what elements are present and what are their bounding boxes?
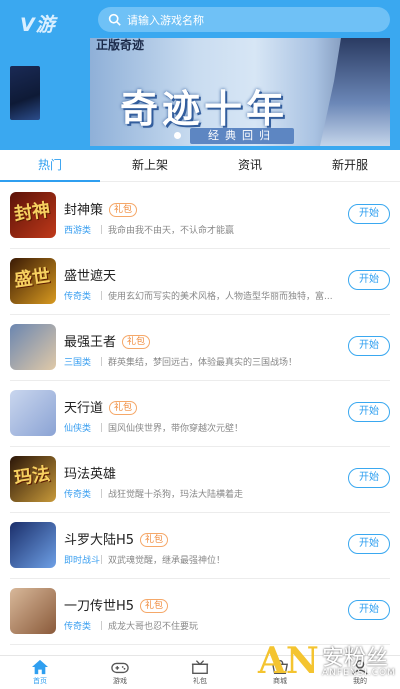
site-watermark: AN 安粉丝 ANFENSI.COM (258, 640, 400, 689)
game-icon[interactable]: 玛法 (10, 456, 56, 502)
start-button[interactable]: 开始 (348, 336, 390, 356)
search-placeholder: 请输入游戏名称 (127, 13, 204, 27)
game-description: 战狂觉醒十杀狗，玛法大陆横着走 (101, 487, 341, 500)
nav-gifts-label: 礼包 (193, 677, 207, 685)
game-title: 盛世遮天 (64, 265, 116, 284)
gift-badge: 礼包 (109, 203, 138, 217)
start-button[interactable]: 开始 (348, 204, 390, 224)
search-icon (108, 13, 121, 26)
game-title: 斗罗大陆H5 礼包 (64, 529, 169, 548)
home-icon (32, 659, 48, 675)
watermark-logo: AN (258, 640, 319, 682)
banner-title: 奇迹十年 (120, 87, 289, 131)
watermark-url: ANFENSI.COM (322, 668, 396, 678)
gamepad-icon (111, 662, 129, 674)
start-button[interactable]: 开始 (348, 534, 390, 554)
game-icon[interactable] (10, 522, 56, 568)
game-row[interactable]: 斗罗大陆H5 礼包即时战斗 双武魂觉醒，继承最强神位！ 开始 (10, 513, 390, 579)
game-name: 玛法英雄 (64, 467, 117, 482)
game-description: 使用玄幻而写实的美术风格，人物造型华丽而独特，富... (101, 289, 341, 302)
game-category: 仙侠类 (64, 424, 92, 434)
game-icon-text: 封神 (12, 199, 52, 226)
game-category: 即时战斗 (64, 556, 101, 566)
game-description: 双武魂觉醒，继承最强神位！ (101, 553, 341, 566)
gift-badge: 礼包 (140, 533, 169, 547)
banner-corner-text: 正版奇迹 (96, 38, 145, 52)
nav-home[interactable]: 首页 (0, 656, 80, 689)
game-name: 一刀传世H5 (64, 599, 135, 614)
nav-home-label: 首页 (33, 677, 47, 685)
tab-new-release[interactable]: 新上架 (100, 150, 200, 181)
game-name: 斗罗大陆H5 (64, 533, 135, 548)
game-name: 盛世遮天 (64, 269, 117, 284)
promo-banner[interactable]: 正版奇迹 奇迹十年 经典回归 (90, 38, 390, 146)
game-row[interactable]: 封神 封神策 礼包西游类 我命由我不由天，不认命才能赢 开始 (10, 183, 390, 249)
gift-badge: 礼包 (140, 599, 169, 613)
start-button[interactable]: 开始 (348, 468, 390, 488)
start-button[interactable]: 开始 (348, 600, 390, 620)
game-category: 传奇类 (64, 292, 92, 302)
game-row[interactable]: 最强王者 礼包三国类 群英集结，梦回远古，体验最真实的三国战场！ 开始 (10, 315, 390, 381)
game-row[interactable]: 盛世 盛世遮天传奇类 使用玄幻而写实的美术风格，人物造型华丽而独特，富... 开始 (10, 249, 390, 315)
nav-gifts[interactable]: 礼包 (160, 656, 240, 689)
game-icon-text: 盛世 (12, 265, 52, 292)
game-category: 三国类 (64, 358, 92, 368)
game-description: 国风仙侠世界，带你穿越次元壁！ (101, 421, 341, 434)
gift-badge: 礼包 (109, 401, 138, 415)
game-list: 封神 封神策 礼包 西游类 我命由我不由天，不认命才能赢 开始 盛世 盛世遮天 传奇类 使用玄幻而… (0, 183, 400, 645)
game-icon[interactable]: 盛世 (10, 258, 56, 304)
game-title: 天行道 礼包 (64, 397, 138, 416)
game-description: 成龙大哥也忍不住要玩 (101, 619, 341, 632)
game-description: 我命由我不由天，不认命才能赢 (101, 223, 341, 236)
game-icon-text: 玛法 (12, 463, 52, 490)
nav-games[interactable]: 游戏 (80, 656, 160, 689)
game-icon[interactable] (10, 324, 56, 370)
game-description: 群英集结，梦回远古，体验最真实的三国战场！ (101, 355, 341, 368)
gift-badge: 礼包 (122, 335, 151, 349)
game-title: 最强王者 礼包 (64, 331, 151, 350)
banner-character-art (320, 38, 390, 146)
game-category: 传奇类 (64, 490, 92, 500)
game-icon[interactable] (10, 390, 56, 436)
tab-new-server[interactable]: 新开服 (300, 150, 400, 181)
game-category: 西游类 (64, 226, 92, 236)
banner-subtitle: 经典回归 (190, 128, 294, 144)
nav-games-label: 游戏 (113, 677, 127, 685)
banner-previous-slide[interactable] (10, 66, 40, 120)
game-title: 玛法英雄 (64, 463, 116, 482)
game-row[interactable]: 一刀传世H5 礼包传奇类 成龙大哥也忍不住要玩 开始 (10, 579, 390, 645)
banner-pager-dot (174, 132, 181, 139)
tab-hot[interactable]: 热门 (0, 150, 100, 182)
game-icon[interactable]: 封神 (10, 192, 56, 238)
app-logo: V游 (20, 14, 56, 36)
game-row[interactable]: 天行道 礼包仙侠类 国风仙侠世界，带你穿越次元壁！ 开始 (10, 381, 390, 447)
game-name: 最强王者 (64, 335, 117, 350)
game-name: 天行道 (64, 401, 104, 416)
game-name: 封神策 (64, 203, 104, 218)
game-category: 传奇类 (64, 622, 92, 632)
game-title: 封神策 礼包 (64, 199, 138, 218)
game-title: 一刀传世H5 礼包 (64, 595, 169, 614)
start-button[interactable]: 开始 (348, 402, 390, 422)
search-bar[interactable]: 请输入游戏名称 (98, 7, 390, 32)
game-icon[interactable] (10, 588, 56, 634)
gift-icon (191, 660, 209, 674)
start-button[interactable]: 开始 (348, 270, 390, 290)
tab-news[interactable]: 资讯 (200, 150, 300, 181)
game-row[interactable]: 玛法 玛法英雄传奇类 战狂觉醒十杀狗，玛法大陆横着走 开始 (10, 447, 390, 513)
category-tabs: 热门 新上架 资讯 新开服 (0, 150, 400, 182)
